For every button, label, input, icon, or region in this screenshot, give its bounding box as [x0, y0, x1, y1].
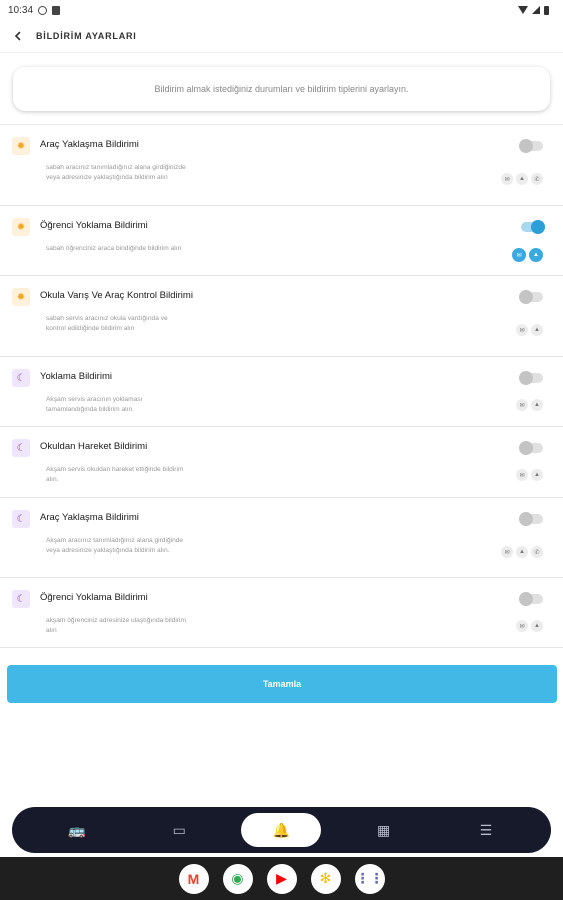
bell-icon[interactable]: ▲ — [531, 399, 543, 411]
toggle-knob — [519, 371, 533, 385]
bell-icon[interactable]: ▲ — [529, 248, 543, 262]
moon-icon: ☾ — [12, 369, 30, 387]
channel-options: ✉ ▲ — [516, 324, 543, 336]
channel-options: ✉ ▲ — [512, 248, 543, 262]
notification-toggle[interactable] — [519, 139, 543, 153]
toggle-knob — [519, 139, 533, 153]
info-card: Bildirim almak istediğiniz durumları ve … — [13, 67, 550, 111]
item-title: Araç Yaklaşma Bildirimi — [40, 512, 139, 523]
chrome-icon[interactable]: ◉ — [222, 863, 253, 894]
calendar-tab[interactable]: ▦ — [344, 813, 424, 847]
toggle-knob — [519, 441, 533, 455]
sim-icon — [52, 5, 61, 15]
apps-icon[interactable]: ⋮⋮ — [354, 863, 385, 894]
channel-options: ✉ ▲ — [516, 620, 543, 632]
card-icon: ▭ — [172, 821, 186, 838]
status-bar: 10:34 — [0, 0, 563, 20]
sun-icon: ✹ — [12, 288, 30, 306]
toggle-knob — [519, 512, 533, 526]
item-description: Akşam aracınız tanımladığınız alana gird… — [46, 537, 184, 554]
sms-icon[interactable]: ✉ — [512, 248, 526, 262]
clock: 10:34 — [8, 4, 34, 16]
bell-icon[interactable]: ▲ — [516, 546, 528, 558]
item-description: sabah öğrenciniz araca bindiğinde bildir… — [46, 245, 182, 252]
notification-toggle[interactable] — [519, 371, 543, 385]
sun-icon: ✹ — [12, 137, 30, 155]
menu-tab[interactable]: ☰ — [446, 813, 526, 847]
moon-icon: ☾ — [12, 439, 30, 457]
toggle-knob — [519, 592, 533, 606]
youtube-icon[interactable]: ▶ — [266, 863, 297, 894]
sms-icon[interactable]: ✉ — [516, 620, 528, 632]
sun-icon: ✹ — [12, 218, 30, 236]
menu-icon: ☰ — [479, 821, 493, 838]
info-text: Bildirim almak istediğiniz durumları ve … — [154, 84, 409, 94]
toggle-knob — [531, 220, 545, 234]
notification-item: ☾ Okuldan Hareket Bildirimi Akşam servis o… — [0, 427, 563, 498]
sms-icon[interactable]: ✉ — [516, 324, 528, 336]
header: BİLDİRİM AYARLARI — [0, 22, 563, 50]
item-description: sabah servis aracınız okula vardığında v… — [46, 315, 168, 332]
item-title: Öğrenci Yoklama Bildirimi — [40, 220, 148, 231]
sms-icon[interactable]: ✉ — [516, 469, 528, 481]
moon-icon: ☾ — [12, 590, 30, 608]
photos-icon[interactable]: ✻ — [310, 863, 341, 894]
item-title: Yoklama Bildirimi — [40, 371, 112, 382]
channel-options: ✉ ▲ — [516, 399, 543, 411]
notification-toggle[interactable] — [519, 512, 543, 526]
done-button[interactable]: Tamamla — [7, 665, 557, 703]
notification-item: ✹ Okula Varış Ve Araç Kontrol Bildirimi sa… — [0, 276, 563, 357]
notification-item: ☾ Araç Yaklaşma Bildirimi Akşam aracınız t… — [0, 498, 563, 578]
item-description: sabah aracınız tanımladığınız alana gird… — [46, 164, 186, 181]
notification-toggle[interactable] — [519, 441, 543, 455]
notification-item: ☾ Öğrenci Yoklama Bildirimi akşam öğrencin… — [0, 578, 563, 648]
item-title: Öğrenci Yoklama Bildirimi — [40, 592, 148, 603]
item-description: Akşam servis aracının yoklaması tamamlan… — [46, 396, 143, 413]
item-description: akşam öğrenciniz adresinize ulaştığında … — [46, 617, 187, 634]
bus-tab[interactable]: 🚌 — [37, 813, 117, 847]
toggle-knob — [519, 290, 533, 304]
battery-icon — [544, 5, 549, 15]
notification-toggle[interactable] — [521, 220, 545, 234]
header-divider — [0, 52, 563, 53]
channel-options: ✉ ▲ ✆ — [501, 173, 543, 185]
item-description: Akşam servis okuldan hareket ettiğinde b… — [46, 466, 184, 483]
bus-icon: 🚌 — [68, 821, 86, 838]
card-tab[interactable]: ▭ — [139, 813, 219, 847]
calendar-icon: ▦ — [377, 821, 391, 838]
item-title: Araç Yaklaşma Bildirimi — [40, 139, 139, 150]
gmail-icon[interactable]: M — [178, 863, 209, 894]
notification-item: ✹ Araç Yaklaşma Bildirimi sabah aracınız t… — [0, 125, 563, 206]
bottom-nav: 🚌 ▭ 🔔 ▦ ☰ — [12, 807, 551, 853]
channel-options: ✉ ▲ ✆ — [501, 546, 543, 558]
notification-toggle[interactable] — [519, 290, 543, 304]
bell-icon[interactable]: ▲ — [516, 173, 528, 185]
notification-item: ☾ Yoklama Bildirimi Akşam servis aracının … — [0, 357, 563, 427]
bell-tab[interactable]: 🔔 — [241, 813, 322, 847]
sms-icon[interactable]: ✉ — [501, 173, 513, 185]
sms-icon[interactable]: ✉ — [516, 399, 528, 411]
notification-item: ✹ Öğrenci Yoklama Bildirimi sabah öğrencin… — [0, 206, 563, 276]
item-title: Okuldan Hareket Bildirimi — [40, 441, 148, 452]
phone-icon[interactable]: ✆ — [531, 173, 543, 185]
page-title: BİLDİRİM AYARLARI — [36, 31, 137, 41]
bell-icon[interactable]: ▲ — [531, 324, 543, 336]
item-title: Okula Varış Ve Araç Kontrol Bildirimi — [40, 290, 193, 301]
chevron-left-icon — [14, 31, 21, 41]
notification-toggle[interactable] — [519, 592, 543, 606]
notification-icon — [38, 5, 48, 15]
wifi-icon — [518, 6, 528, 14]
phone-icon[interactable]: ✆ — [531, 546, 543, 558]
sms-icon[interactable]: ✉ — [501, 546, 513, 558]
bell-icon: 🔔 — [272, 821, 291, 838]
bell-icon[interactable]: ▲ — [531, 469, 543, 481]
channel-options: ✉ ▲ — [516, 469, 543, 481]
moon-icon: ☾ — [12, 510, 30, 528]
bell-icon[interactable]: ▲ — [531, 620, 543, 632]
back-button[interactable] — [10, 28, 26, 44]
signal-icon — [532, 6, 540, 14]
app-dock: M ◉ ▶ ✻ ⋮⋮ — [0, 857, 563, 900]
